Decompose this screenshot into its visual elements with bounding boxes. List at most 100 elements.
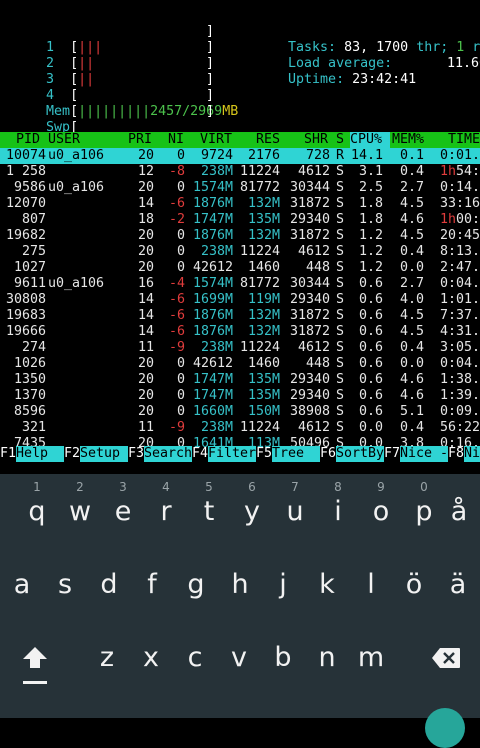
- key-n[interactable]: n: [305, 628, 349, 688]
- process-row[interactable]: 275 20 0 238M 11224 4612 S 1.2 0.4 8:13.: [0, 244, 480, 260]
- key-x[interactable]: x: [129, 628, 173, 688]
- cell-mem: 4.6: [399, 388, 424, 403]
- process-row[interactable]: 19683 14 -6 1876M 132M 31872 S 0.6 4.5 7:37.: [0, 308, 480, 324]
- keyboard-action-button[interactable]: [425, 708, 465, 748]
- key-y[interactable]: 6y: [230, 480, 274, 542]
- fkey-f3[interactable]: F3: [128, 446, 144, 462]
- cell-mem: 0.4: [399, 164, 424, 179]
- cell-s: S: [336, 324, 345, 339]
- key-j[interactable]: j: [261, 555, 305, 615]
- shift-key[interactable]: [13, 628, 57, 688]
- process-row[interactable]: 321 11 -9 238M 11224 4612 S 0.0 0.4 56:22.: [0, 420, 480, 436]
- key-s[interactable]: s: [43, 555, 87, 615]
- process-row[interactable]: 1 258 12 -8 238M 11224 4612 S 3.1 0.4 1h54:: [0, 164, 480, 180]
- fkey-label[interactable]: Nice -: [400, 446, 449, 462]
- process-row[interactable]: 12070 14 -6 1876M 132M 31872 S 1.8 4.5 33:16.: [0, 196, 480, 212]
- cell-time: 0:14.: [440, 180, 480, 195]
- cell-pri: 11: [137, 340, 154, 355]
- process-row[interactable]: 1026 20 0 42612 1460 448 S 0.6 0.0 0:04.: [0, 356, 480, 372]
- key-t[interactable]: 5t: [187, 480, 231, 542]
- process-table-header[interactable]: PID USER PRI NI VIRT RES SHR S CPU% MEM%…: [0, 132, 480, 148]
- fkey-label[interactable]: Tree: [272, 446, 321, 462]
- cell-s: S: [336, 340, 345, 355]
- col-mem[interactable]: MEM%: [392, 132, 424, 148]
- key-hint: 4: [162, 480, 170, 494]
- key-v[interactable]: v: [217, 628, 261, 688]
- process-row[interactable]: 30808 14 -6 1699M 119M 29340 S 0.6 4.0 1:01.: [0, 292, 480, 308]
- key-f[interactable]: f: [130, 555, 174, 615]
- fkey-f5[interactable]: F5: [256, 446, 272, 462]
- function-key-bar[interactable]: F1 Help F2 Setup F3 Search F4 Filter F5 Tree F6…: [0, 446, 480, 462]
- col-time[interactable]: TIME: [448, 132, 480, 148]
- key-d[interactable]: d: [87, 555, 131, 615]
- key-ä[interactable]: ä: [436, 555, 480, 615]
- key-l[interactable]: l: [349, 555, 393, 615]
- cell-virt: 1876M: [192, 324, 233, 339]
- key-o[interactable]: 9o: [359, 480, 403, 542]
- col-pid[interactable]: PID: [16, 132, 40, 148]
- fkey-f4[interactable]: F4: [192, 446, 208, 462]
- process-row[interactable]: 1027 20 0 42612 1460 448 S 1.2 0.0 2:47.: [0, 260, 480, 276]
- cell-virt: 1747M: [192, 212, 233, 227]
- process-row[interactable]: 9586 u0_a106 20 0 1574M 81772 30344 S 2.5 2.7 0:14…: [0, 180, 480, 196]
- key-e[interactable]: 3e: [101, 480, 145, 542]
- cell-mem: 2.7: [399, 180, 424, 195]
- process-row[interactable]: 274 11 -9 238M 11224 4612 S 0.6 0.4 3:05.: [0, 340, 480, 356]
- key-q[interactable]: 1q: [15, 480, 59, 542]
- key-b[interactable]: b: [261, 628, 305, 688]
- fkey-label[interactable]: Ni: [464, 446, 480, 462]
- fkey-label[interactable]: Help: [16, 446, 65, 462]
- fkey-label[interactable]: SortBy: [336, 446, 385, 462]
- on-screen-keyboard[interactable]: 1q2w3e4r5t6y7u8i9o0påasdfghjklöäzxcvbnm: [0, 474, 480, 718]
- cell-res: 11224: [239, 244, 280, 259]
- cell-pid: 321: [21, 420, 46, 435]
- key-h[interactable]: h: [218, 555, 262, 615]
- col-shr[interactable]: SHR: [304, 132, 328, 148]
- key-r[interactable]: 4r: [144, 480, 188, 542]
- process-row[interactable]: 19682 20 0 1876M 132M 31872 S 1.2 4.5 20:45.: [0, 228, 480, 244]
- key-m[interactable]: m: [349, 628, 393, 688]
- fkey-f7[interactable]: F7: [384, 446, 400, 462]
- fkey-label[interactable]: Setup: [80, 446, 129, 462]
- cell-pri: 14: [137, 196, 154, 211]
- key-w[interactable]: 2w: [58, 480, 102, 542]
- fkey-label[interactable]: Filter: [208, 446, 257, 462]
- key-a[interactable]: a: [0, 555, 44, 615]
- cell-res: 132M: [247, 228, 280, 243]
- fkey-f1[interactable]: F1: [0, 446, 16, 462]
- key-k[interactable]: k: [305, 555, 349, 615]
- process-row[interactable]: 807 18 -2 1747M 135M 29340 S 1.8 4.6 1h00:: [0, 212, 480, 228]
- fkey-f2[interactable]: F2: [64, 446, 80, 462]
- cell-pri: 20: [137, 228, 154, 243]
- key-z[interactable]: z: [85, 628, 129, 688]
- fkey-label[interactable]: Search: [144, 446, 193, 462]
- cell-ni: 0: [176, 148, 185, 163]
- fkey-f6[interactable]: F6: [320, 446, 336, 462]
- process-row[interactable]: 1350 20 0 1747M 135M 29340 S 0.6 4.6 1:38.: [0, 372, 480, 388]
- cell-cpu: 1.2: [358, 244, 383, 259]
- process-row[interactable]: 8596 20 0 1660M 150M 38908 S 0.6 5.1 0:09.: [0, 404, 480, 420]
- col-res[interactable]: RES: [256, 132, 280, 148]
- key-ö[interactable]: ö: [392, 555, 436, 615]
- key-å[interactable]: å: [437, 482, 480, 542]
- key-i[interactable]: 8i: [316, 480, 360, 542]
- col-virt[interactable]: VIRT: [200, 132, 232, 148]
- process-row[interactable]: 9611 u0_a106 16 -4 1574M 81772 30344 S 0.6 2.7 0:0…: [0, 276, 480, 292]
- key-c[interactable]: c: [173, 628, 217, 688]
- fkey-f8[interactable]: F8: [448, 446, 464, 462]
- cell-pid: 19682: [5, 228, 46, 243]
- htop-terminal[interactable]: 1 [||| ] 2 [|| ] 3 [|| ] 4 [ ] Mem[|||||…: [0, 0, 480, 474]
- col-pri[interactable]: PRI: [128, 132, 152, 148]
- cell-mem: 4.6: [399, 372, 424, 387]
- backspace-key[interactable]: [424, 628, 468, 688]
- key-g[interactable]: g: [174, 555, 218, 615]
- col-state[interactable]: S: [336, 132, 344, 148]
- cell-s: S: [336, 260, 345, 275]
- col-user[interactable]: USER: [48, 132, 80, 148]
- process-row[interactable]: 19666 14 -6 1876M 132M 31872 S 0.6 4.5 4:31.: [0, 324, 480, 340]
- col-ni[interactable]: NI: [168, 132, 184, 148]
- col-cpu[interactable]: CPU%: [350, 132, 390, 148]
- key-u[interactable]: 7u: [273, 480, 317, 542]
- process-row[interactable]: 10074 u0_a106 20 0 9724 2176 728 R 14.1 0.1 0:01.: [0, 148, 480, 164]
- process-row[interactable]: 1370 20 0 1747M 135M 29340 S 0.6 4.6 1:39.: [0, 388, 480, 404]
